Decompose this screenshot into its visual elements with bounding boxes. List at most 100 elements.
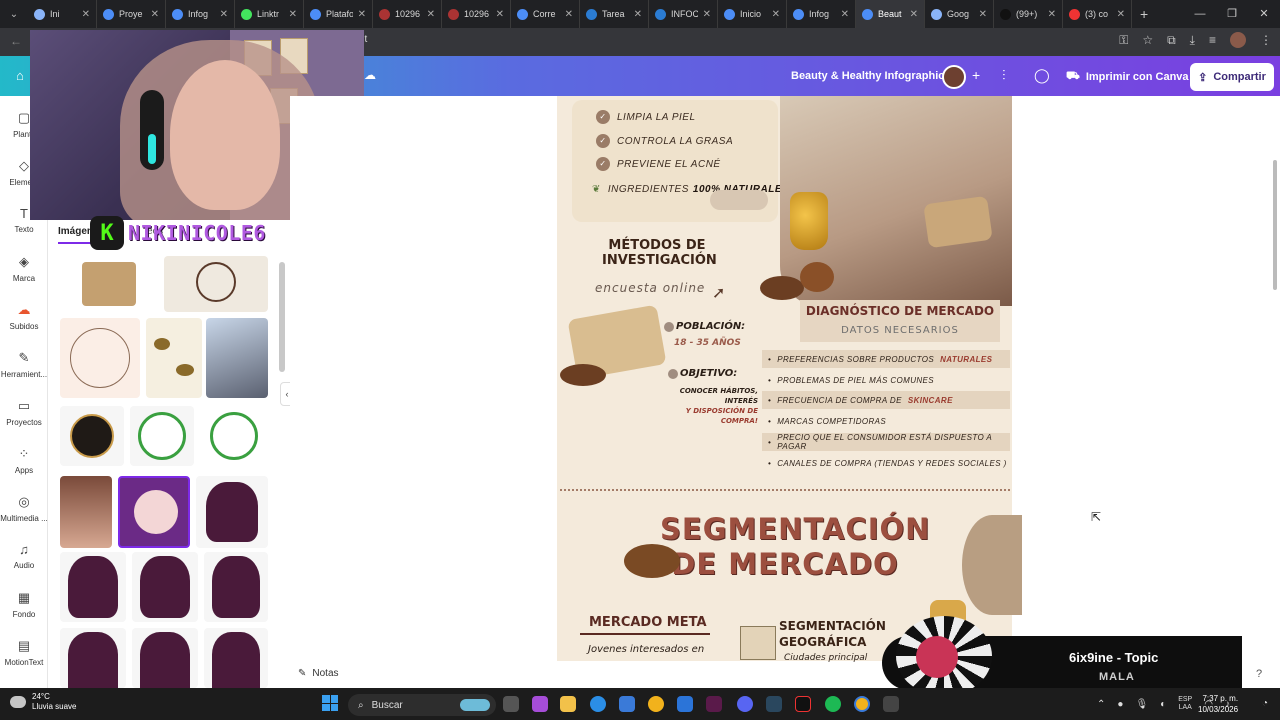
browser-tab[interactable]: Beaut ✕ [856, 0, 925, 28]
browser-tab[interactable]: Infog ✕ [787, 0, 856, 28]
uploaded-image-portrait[interactable] [60, 476, 112, 548]
chevron-up-icon[interactable]: ⌃ [1097, 699, 1105, 710]
chrome-icon[interactable] [648, 696, 664, 712]
browser-tab[interactable]: (99+) ✕ [994, 0, 1063, 28]
rail-item-marca[interactable]: ◈ Marca [0, 254, 48, 283]
uploaded-image-logo[interactable] [164, 256, 268, 312]
target-market-text[interactable]: Jovenes interesados en [588, 644, 704, 655]
minimize-icon[interactable]: — [1184, 0, 1216, 28]
market-data-item[interactable]: • PROBLEMAS DE PIEL MÁS COMUNES [762, 371, 1010, 389]
print-with-canva-button[interactable]: ⛟ Imprimir con Canva [1058, 63, 1197, 91]
extensions-icon[interactable]: ⧉ [1167, 33, 1176, 48]
browser-tab[interactable]: Tarea ✕ [580, 0, 649, 28]
media-control-icon[interactable]: ≡ [1209, 33, 1216, 47]
population-value[interactable]: 18 - 35 AÑOS [674, 338, 741, 348]
market-data-item[interactable]: • PRECIO QUE EL CONSUMIDOR ESTÁ DISPUESTO… [762, 433, 1010, 451]
browser-tab[interactable]: 10296 ✕ [442, 0, 511, 28]
taskbar-clock[interactable]: 7:37 p. m. 10/03/2026 [1198, 693, 1238, 715]
notifications-icon[interactable]: ◔ [1262, 698, 1268, 709]
steam-icon[interactable] [766, 696, 782, 712]
objective-label[interactable]: OBJETIVO: [680, 368, 737, 379]
uploaded-image-sacha-kawsay[interactable] [60, 406, 124, 466]
browser-tab[interactable]: 10296 ✕ [373, 0, 442, 28]
file-explorer-icon[interactable] [560, 696, 576, 712]
taskbar-search[interactable]: ⌕ Buscar [348, 694, 496, 716]
share-button[interactable]: ⇪ Compartir [1190, 63, 1274, 91]
tab-close-icon[interactable]: ✕ [427, 9, 435, 20]
tab-close-icon[interactable]: ✕ [841, 9, 849, 20]
close-window-icon[interactable]: ✕ [1248, 0, 1280, 28]
browser-tab[interactable]: Infog ✕ [166, 0, 235, 28]
tab-close-icon[interactable]: ✕ [220, 9, 228, 20]
uploaded-image-nuts[interactable] [146, 318, 202, 398]
home-icon[interactable]: ⌂ [16, 68, 24, 83]
tray-app-icon[interactable]: ● [1117, 699, 1123, 710]
restore-icon[interactable]: ❐ [1216, 0, 1248, 28]
tab-close-icon[interactable]: ✕ [565, 9, 573, 20]
benefit-item[interactable]: ✓ LIMPIA LA PIEL [596, 110, 696, 124]
rail-item-proyectos[interactable]: ▭ Proyectos [0, 398, 48, 427]
uploaded-image-photo[interactable] [206, 318, 268, 398]
diagnosis-title[interactable]: DIAGNÓSTICO DE MERCADO [805, 304, 995, 318]
oil-bottle-image[interactable] [790, 192, 828, 250]
notes-button[interactable]: ✎ Notas [298, 668, 339, 679]
mail-icon[interactable] [677, 696, 693, 712]
browser-menu-icon[interactable]: ⋮ [1260, 33, 1272, 47]
browser-tab[interactable]: Platafo ✕ [304, 0, 373, 28]
comment-icon[interactable]: ◯ [1034, 67, 1050, 84]
copilot-icon[interactable] [532, 696, 548, 712]
geo-segment-title[interactable]: SEGMENTACIÓN GEOGRÁFICA [779, 618, 886, 650]
chrome-active-icon[interactable] [854, 696, 870, 712]
rail-item-apps[interactable]: ⁘ Apps [0, 446, 48, 475]
uploaded-image-emote[interactable] [60, 628, 126, 688]
market-data-item[interactable]: • PREFERENCIAS SOBRE PRODUCTOS NATURALES [762, 350, 1010, 368]
uploaded-image-ecomercado-2[interactable] [202, 406, 266, 466]
tab-close-icon[interactable]: ✕ [289, 9, 297, 20]
browser-tab[interactable]: INFOC ✕ [649, 0, 718, 28]
collaborator-avatar[interactable] [942, 65, 966, 89]
uploaded-image-emote[interactable] [204, 552, 268, 622]
edge-icon[interactable] [590, 696, 606, 712]
app-icon[interactable] [883, 696, 899, 712]
tab-images[interactable]: Imágen [58, 226, 94, 244]
store-icon[interactable] [619, 696, 635, 712]
tab-close-icon[interactable]: ✕ [634, 9, 642, 20]
language-indicator[interactable]: ESP LAA [1178, 696, 1192, 712]
benefit-item[interactable]: ✓ PREVIENE EL ACNÉ [596, 157, 721, 171]
tab-close-icon[interactable]: ✕ [772, 9, 780, 20]
benefit-item[interactable]: ✓ CONTROLA LA GRASA [596, 134, 733, 148]
tab-close-icon[interactable]: ✕ [1117, 9, 1125, 20]
target-market-title[interactable]: MERCADO META [589, 615, 707, 630]
help-icon[interactable]: ? [1256, 668, 1262, 680]
download-icon[interactable]: ⤓ [1190, 33, 1195, 48]
new-tab-button[interactable]: + [1132, 6, 1156, 22]
uploaded-image-ecomercado-1[interactable] [130, 406, 194, 466]
panel-scrollbar[interactable] [279, 262, 285, 372]
uploaded-image-emote[interactable] [204, 628, 268, 688]
back-arrow-icon[interactable]: ← [10, 34, 22, 48]
rail-item-audio[interactable]: ♫ Audio [0, 542, 48, 570]
profile-avatar[interactable] [1230, 32, 1246, 48]
browser-tab[interactable]: Inicio ✕ [718, 0, 787, 28]
tab-close-icon[interactable]: ✕ [496, 9, 504, 20]
rail-item-herramientas[interactable]: ✎ Herramient... [0, 350, 48, 379]
soap-bar-image[interactable] [923, 195, 993, 249]
insights-icon[interactable]: ⫶ [1002, 67, 1006, 84]
tray-app-icon[interactable]: ◐ [1160, 699, 1166, 710]
browser-tab[interactable]: Corre ✕ [511, 0, 580, 28]
uploaded-image-emote[interactable] [196, 476, 268, 548]
market-data-item[interactable]: • MARCAS COMPETIDORAS [762, 412, 1010, 430]
task-view-icon[interactable] [503, 696, 519, 712]
uploaded-image-emote[interactable] [132, 628, 198, 688]
microphone-icon[interactable]: 🎙 [1135, 699, 1148, 710]
rail-item-fondo[interactable]: ▦ Fondo [0, 590, 48, 619]
uploaded-image-emote[interactable] [60, 552, 126, 622]
browser-tab[interactable]: Goog ✕ [925, 0, 994, 28]
rail-item-subidos[interactable]: ☁ Subidos [0, 302, 48, 331]
tiktok-icon[interactable] [795, 696, 811, 712]
app-icon[interactable] [706, 696, 722, 712]
key-icon[interactable]: ⚿ [1119, 33, 1128, 48]
market-data-item[interactable]: • CANALES DE COMPRA (TIENDAS Y REDES SOCI… [762, 454, 1010, 472]
add-collaborator-icon[interactable]: + [972, 67, 980, 83]
uploaded-image-soap[interactable] [82, 262, 136, 306]
